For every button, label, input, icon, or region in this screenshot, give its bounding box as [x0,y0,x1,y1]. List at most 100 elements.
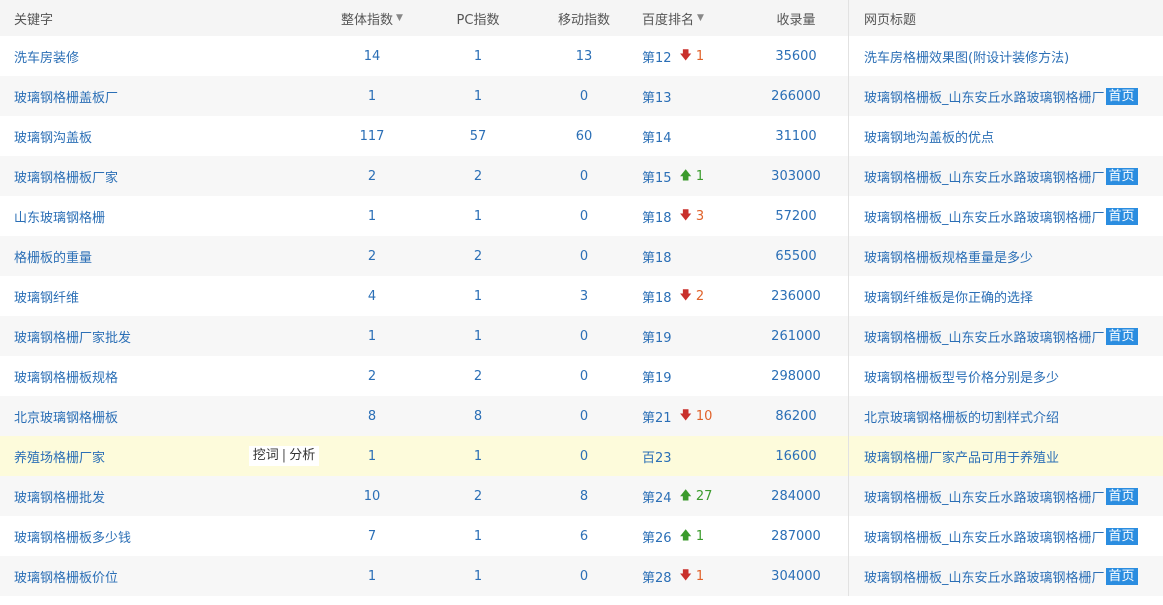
keyword-link[interactable]: 格栅板的重量 [14,236,244,276]
total-index-value[interactable]: 2 [322,356,422,396]
pc-index-value[interactable]: 2 [428,476,528,516]
page-title-link[interactable]: 玻璃钢纤维板是你正确的选择 [864,287,1033,306]
baidu-rank-value[interactable]: 第26 🡅 1 [642,516,752,556]
pc-index-value[interactable]: 1 [428,556,528,596]
page-title-link[interactable]: 玻璃钢格栅板_山东安丘水路玻璃钢格栅厂 [864,327,1105,346]
total-index-value[interactable]: 10 [322,476,422,516]
indexed-count-value[interactable]: 284000 [748,476,844,516]
page-title-link[interactable]: 玻璃钢格栅板规格重量是多少 [864,247,1033,266]
indexed-count-value[interactable]: 35600 [748,36,844,76]
pc-index-value[interactable]: 2 [428,156,528,196]
keyword-link[interactable]: 玻璃钢格栅盖板厂 [14,76,244,116]
indexed-count-value[interactable]: 298000 [748,356,844,396]
indexed-count-value[interactable]: 57200 [748,196,844,236]
mobile-index-value[interactable]: 0 [534,316,634,356]
mobile-index-value[interactable]: 13 [534,36,634,76]
page-title-link[interactable]: 玻璃钢格栅板_山东安丘水路玻璃钢格栅厂 [864,527,1105,546]
pc-index-value[interactable]: 1 [428,436,528,476]
indexed-count-value[interactable]: 16600 [748,436,844,476]
keyword-link[interactable]: 玻璃钢格栅厂家批发 [14,316,244,356]
total-index-value[interactable]: 4 [322,276,422,316]
baidu-rank-value[interactable]: 百23 [642,436,752,476]
pc-index-value[interactable]: 1 [428,36,528,76]
indexed-count-value[interactable]: 287000 [748,516,844,556]
pc-index-value[interactable]: 1 [428,196,528,236]
pc-index-value[interactable]: 2 [428,356,528,396]
pc-index-value[interactable]: 1 [428,76,528,116]
baidu-rank-value[interactable]: 第24 🡅 27 [642,476,752,516]
mobile-index-value[interactable]: 0 [534,156,634,196]
sort-down-icon[interactable]: ▼ [697,13,704,23]
header-total-index[interactable]: 整体指数 ▼ [322,0,422,36]
page-title-link[interactable]: 洗车房格栅效果图(附设计装修方法) [864,47,1069,66]
analyze-link[interactable]: 分析 [289,448,315,463]
keyword-link[interactable]: 玻璃钢格栅板价位 [14,556,244,596]
total-index-value[interactable]: 7 [322,516,422,556]
mobile-index-value[interactable]: 0 [534,556,634,596]
header-baidu-rank[interactable]: 百度排名 ▼ [642,0,752,36]
indexed-count-value[interactable]: 31100 [748,116,844,156]
pc-index-value[interactable]: 1 [428,516,528,556]
page-title-link[interactable]: 玻璃钢格栅厂家产品可用于养殖业 [864,447,1059,466]
indexed-count-value[interactable]: 86200 [748,396,844,436]
baidu-rank-value[interactable]: 第15 🡅 1 [642,156,752,196]
keyword-link[interactable]: 山东玻璃钢格栅 [14,196,244,236]
baidu-rank-value[interactable]: 第12 🡇 1 [642,36,752,76]
pc-index-value[interactable]: 1 [428,276,528,316]
mobile-index-value[interactable]: 0 [534,236,634,276]
indexed-count-value[interactable]: 266000 [748,76,844,116]
pc-index-value[interactable]: 2 [428,236,528,276]
mobile-index-value[interactable]: 0 [534,396,634,436]
total-index-value[interactable]: 2 [322,156,422,196]
keyword-link[interactable]: 玻璃钢沟盖板 [14,116,244,156]
keyword-link[interactable]: 养殖场格栅厂家 [14,436,244,476]
total-index-value[interactable]: 1 [322,556,422,596]
baidu-rank-value[interactable]: 第21 🡇 10 [642,396,752,436]
keyword-link[interactable]: 玻璃钢格栅板多少钱 [14,516,244,556]
page-title-link[interactable]: 玻璃钢格栅板_山东安丘水路玻璃钢格栅厂 [864,487,1105,506]
baidu-rank-value[interactable]: 第18 🡇 2 [642,276,752,316]
baidu-rank-value[interactable]: 第13 [642,76,752,116]
total-index-value[interactable]: 1 [322,316,422,356]
keyword-link[interactable]: 洗车房装修 [14,36,244,76]
sort-down-icon[interactable]: ▼ [396,13,403,23]
mobile-index-value[interactable]: 60 [534,116,634,156]
pc-index-value[interactable]: 8 [428,396,528,436]
keyword-link[interactable]: 北京玻璃钢格栅板 [14,396,244,436]
page-title-link[interactable]: 玻璃钢地沟盖板的优点 [864,127,994,146]
page-title-link[interactable]: 玻璃钢格栅板_山东安丘水路玻璃钢格栅厂 [864,87,1105,106]
dig-words-link[interactable]: 挖词 [253,448,279,463]
keyword-link[interactable]: 玻璃钢格栅板规格 [14,356,244,396]
pc-index-value[interactable]: 57 [428,116,528,156]
total-index-value[interactable]: 2 [322,236,422,276]
mobile-index-value[interactable]: 3 [534,276,634,316]
baidu-rank-value[interactable]: 第19 [642,316,752,356]
indexed-count-value[interactable]: 65500 [748,236,844,276]
baidu-rank-value[interactable]: 第18 🡇 3 [642,196,752,236]
indexed-count-value[interactable]: 236000 [748,276,844,316]
page-title-link[interactable]: 北京玻璃钢格栅板的切割样式介绍 [864,407,1059,426]
mobile-index-value[interactable]: 0 [534,436,634,476]
total-index-value[interactable]: 8 [322,396,422,436]
mobile-index-value[interactable]: 0 [534,196,634,236]
baidu-rank-value[interactable]: 第18 [642,236,752,276]
total-index-value[interactable]: 14 [322,36,422,76]
indexed-count-value[interactable]: 261000 [748,316,844,356]
keyword-link[interactable]: 玻璃钢格栅批发 [14,476,244,516]
baidu-rank-value[interactable]: 第28 🡇 1 [642,556,752,596]
page-title-link[interactable]: 玻璃钢格栅板型号价格分别是多少 [864,367,1059,386]
baidu-rank-value[interactable]: 第19 [642,356,752,396]
page-title-link[interactable]: 玻璃钢格栅板_山东安丘水路玻璃钢格栅厂 [864,207,1105,226]
mobile-index-value[interactable]: 0 [534,76,634,116]
indexed-count-value[interactable]: 303000 [748,156,844,196]
pc-index-value[interactable]: 1 [428,316,528,356]
mobile-index-value[interactable]: 0 [534,356,634,396]
total-index-value[interactable]: 1 [322,436,422,476]
mobile-index-value[interactable]: 6 [534,516,634,556]
total-index-value[interactable]: 1 [322,196,422,236]
page-title-link[interactable]: 玻璃钢格栅板_山东安丘水路玻璃钢格栅厂 [864,167,1105,186]
baidu-rank-value[interactable]: 第14 [642,116,752,156]
keyword-link[interactable]: 玻璃钢格栅板厂家 [14,156,244,196]
page-title-link[interactable]: 玻璃钢格栅板_山东安丘水路玻璃钢格栅厂 [864,567,1105,586]
indexed-count-value[interactable]: 304000 [748,556,844,596]
